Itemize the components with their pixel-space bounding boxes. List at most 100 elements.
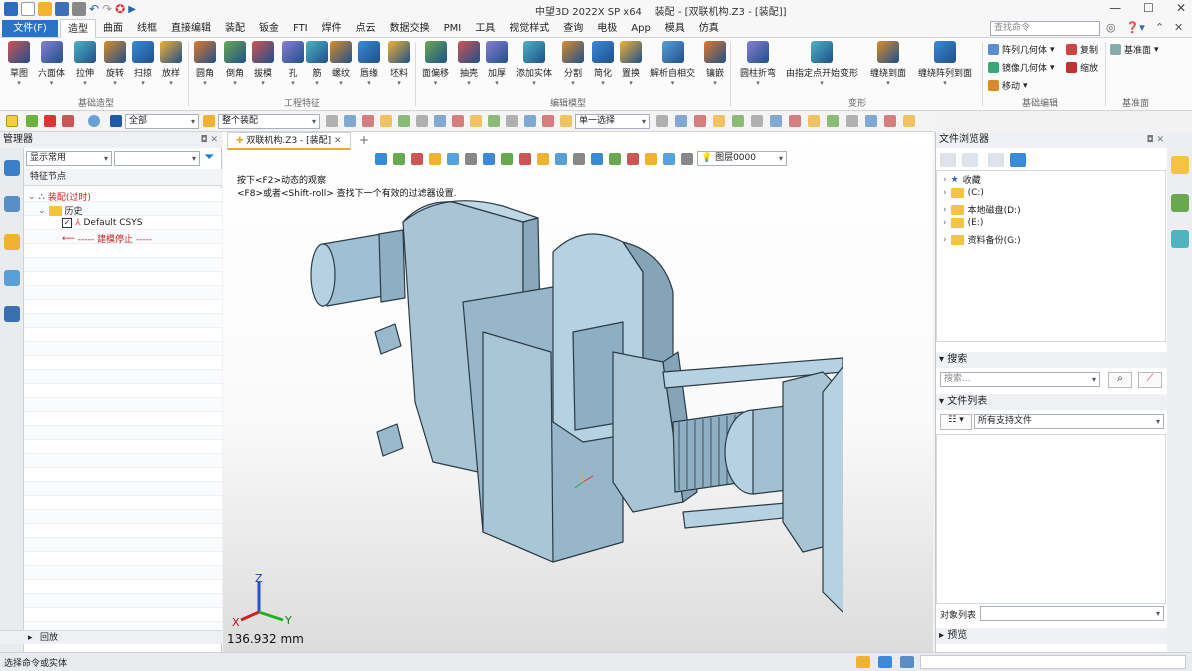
ribbon-basic-button-5[interactable]: 放样 ▾ (160, 41, 182, 87)
file-list-header[interactable]: ▾ 文件列表 (936, 394, 1168, 410)
ribbon-tab-8[interactable]: 点云 (349, 19, 383, 38)
folder-item-0[interactable]: › ★ 收藏 (943, 173, 981, 187)
ribbon-tab-3[interactable]: 直接编辑 (164, 19, 218, 38)
view-tool-icon-2[interactable] (411, 153, 423, 165)
status-icon-2[interactable] (878, 656, 892, 668)
ribbon-basic-button-0[interactable]: 草图 ▾ (8, 41, 30, 87)
preview-section-header[interactable]: ▸ 预览 (936, 628, 1168, 644)
datum-plane-button[interactable]: 基准面 ▾ (1110, 43, 1159, 56)
select-tool-icon-8[interactable] (808, 115, 820, 127)
select-tool-icon-6[interactable] (770, 115, 782, 127)
ribbon-deform-button-1[interactable]: 由指定点开始变形 ▾ (786, 41, 858, 87)
ribbon-eng-button-7[interactable]: 坯料 ▾ (388, 41, 410, 87)
ribbon-basic-button-2[interactable]: 拉伸 ▾ (74, 41, 96, 87)
view-tool-icon-4[interactable] (447, 153, 459, 165)
ribbon-edit-button-4[interactable]: 分割 ▾ (562, 41, 584, 87)
select-tool-icon-3[interactable] (713, 115, 725, 127)
view-tool-icon-7[interactable] (501, 153, 513, 165)
ribbon-tab-14[interactable]: 电极 (590, 19, 624, 38)
ribbon-tab-7[interactable]: 焊件 (315, 19, 349, 38)
replay-section[interactable]: ▸ 回放 (0, 630, 222, 644)
ribbon-tab-15[interactable]: App (624, 19, 658, 38)
ribbon-tab-11[interactable]: 工具 (468, 19, 502, 38)
status-icon-3[interactable] (900, 656, 914, 668)
funnel-filter-icon[interactable]: ⏷ (204, 150, 214, 165)
object-list-dropdown[interactable] (980, 606, 1164, 621)
select-tool-icon-4[interactable] (732, 115, 744, 127)
view-tool-icon-0[interactable] (375, 153, 387, 165)
ribbon-edit-button-6[interactable]: 置换 ▾ (620, 41, 642, 87)
view-mode-icon[interactable]: ☷ ▾ (940, 414, 972, 430)
new-tab-icon[interactable]: + (359, 133, 369, 147)
ribbon-eng-button-1[interactable]: 倒角 ▾ (224, 41, 246, 87)
view-tool-icon-12[interactable] (591, 153, 603, 165)
close-icon[interactable]: ✕ (1176, 1, 1186, 15)
ribbon-eng-button-4[interactable]: 筋 ▾ (306, 41, 328, 87)
clear-search-icon[interactable]: ⟋ (1138, 372, 1162, 388)
snap-tool-icon-1[interactable] (344, 115, 356, 127)
select-tool-icon-10[interactable] (846, 115, 858, 127)
file-menu-button[interactable]: 文件(F) (2, 20, 58, 37)
minimize-icon[interactable]: — (1109, 1, 1121, 15)
view-tool-icon-6[interactable] (483, 153, 495, 165)
snap-tool-icon-6[interactable] (434, 115, 446, 127)
layer-dropdown[interactable]: 💡 图层0000 (697, 151, 787, 166)
assembly-filter-icon[interactable] (203, 115, 215, 127)
select-pointer-icon[interactable] (6, 115, 18, 127)
view-tool-icon-15[interactable] (645, 153, 657, 165)
online-icon[interactable]: ◎ (1106, 21, 1116, 34)
view-tool-icon-9[interactable] (537, 153, 549, 165)
snap-tool-icon-7[interactable] (452, 115, 464, 127)
select-mode-dropdown[interactable]: 单一选择 (575, 114, 650, 129)
ribbon-eng-button-0[interactable]: 圆角 ▾ (194, 41, 216, 87)
snap-tool-icon-10[interactable] (506, 115, 518, 127)
assembly-model[interactable] (283, 182, 843, 642)
filter-dropdown[interactable]: 全部 (125, 114, 199, 129)
view-tool-icon-1[interactable] (393, 153, 405, 165)
folder-item-4[interactable]: › 资料备份(G:) (943, 233, 1021, 246)
ribbon-tab-12[interactable]: 视觉样式 (502, 19, 556, 38)
select-tool-icon-2[interactable] (694, 115, 706, 127)
ribbon-edit-button-0[interactable]: 面偏移 ▾ (422, 41, 449, 87)
document-tab[interactable]: ✚ 双联机构.Z3 - [装配] ✕ (227, 132, 351, 150)
scale-button[interactable]: 缩放 (1066, 61, 1098, 74)
ribbon-eng-button-3[interactable]: 孔 ▾ (282, 41, 304, 87)
ribbon-tab-6[interactable]: FTI (286, 19, 315, 38)
ribbon-tab-10[interactable]: PMI (437, 19, 469, 38)
select-tool-icon-7[interactable] (789, 115, 801, 127)
tree-root-assembly[interactable]: ⌄ ⛬ 装配(过时) (28, 190, 91, 204)
ribbon-tab-13[interactable]: 查询 (556, 19, 590, 38)
ribbon-deform-button-3[interactable]: 缠绕阵列到面 ▾ (918, 41, 972, 87)
view-tool-icon-3[interactable] (429, 153, 441, 165)
refresh-icon[interactable] (1010, 153, 1026, 167)
csys-checkbox[interactable]: ✓ (62, 218, 72, 228)
view-tool-icon-14[interactable] (627, 153, 639, 165)
ribbon-eng-button-2[interactable]: 拔模 ▾ (252, 41, 274, 87)
search-icon[interactable]: ⌕ (1108, 372, 1132, 388)
ribbon-edit-button-1[interactable]: 抽壳 ▾ (458, 41, 480, 87)
status-icon-1[interactable] (856, 656, 870, 668)
file-type-dropdown[interactable]: 所有支持文件 (974, 414, 1164, 429)
open-folder-icon[interactable] (38, 2, 52, 16)
save-icon[interactable] (55, 2, 69, 16)
ribbon-deform-button-2[interactable]: 缠绕到面 ▾ (870, 41, 906, 87)
add-icon[interactable] (26, 115, 38, 127)
folder-item-2[interactable]: › 本地磁盘(D:) (943, 203, 1021, 216)
new-file-icon[interactable] (21, 2, 35, 16)
zone-icon[interactable] (88, 115, 100, 127)
select-tool-icon-13[interactable] (903, 115, 915, 127)
snap-tool-icon-12[interactable] (542, 115, 554, 127)
view-tool-icon-5[interactable] (465, 153, 477, 165)
settings-gear-icon[interactable]: ✪ (115, 2, 125, 16)
ribbon-tab-1[interactable]: 曲面 (96, 19, 130, 38)
scope-dropdown[interactable]: 整个装配 (218, 114, 320, 129)
select-tool-icon-1[interactable] (675, 115, 687, 127)
snap-tool-icon-0[interactable] (326, 115, 338, 127)
library-tab-icon[interactable] (1171, 194, 1189, 212)
snap-tool-icon-3[interactable] (380, 115, 392, 127)
print-icon[interactable] (72, 2, 86, 16)
snap-tool-icon-9[interactable] (488, 115, 500, 127)
maximize-icon[interactable]: ☐ (1143, 1, 1154, 15)
folder-item-3[interactable]: › (E:) (943, 218, 983, 228)
move-button[interactable]: 移动 ▾ (988, 79, 1028, 92)
